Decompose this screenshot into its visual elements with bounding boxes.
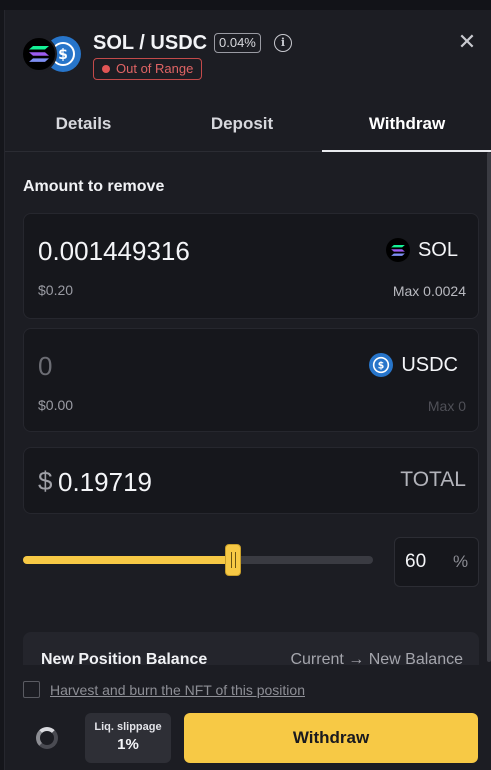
footer: Harvest and burn the NFT of this positio… bbox=[5, 665, 491, 770]
harvest-label[interactable]: Harvest and burn the NFT of this positio… bbox=[50, 682, 305, 698]
harvest-checkbox[interactable] bbox=[23, 681, 40, 698]
withdraw-button[interactable]: Withdraw bbox=[184, 713, 478, 763]
percent-input[interactable]: 60 % bbox=[394, 537, 479, 587]
pair-icons: $ bbox=[21, 34, 85, 74]
total-value: 0.19719 bbox=[58, 467, 152, 497]
total-currency: $ bbox=[38, 466, 53, 496]
status-dot-icon bbox=[102, 65, 110, 73]
status-badge: Out of Range bbox=[93, 58, 203, 80]
svg-text:$: $ bbox=[378, 360, 385, 371]
token-a-usd-value: $0.20 bbox=[38, 282, 74, 298]
token-b-selector: $ USDC bbox=[369, 353, 458, 377]
tab-withdraw[interactable]: Withdraw bbox=[322, 98, 491, 152]
token-b-symbol: USDC bbox=[401, 353, 458, 376]
token-a-selector: SOL bbox=[385, 238, 458, 262]
total-label: TOTAL bbox=[400, 468, 466, 491]
token-a-amount-input[interactable]: 0.001449316 bbox=[38, 236, 190, 267]
section-title: Amount to remove bbox=[23, 178, 165, 195]
slider-fill bbox=[23, 556, 233, 564]
token-a-symbol: SOL bbox=[417, 238, 458, 261]
total-card: $ 0.19719 TOTAL bbox=[23, 447, 479, 514]
solana-icon bbox=[385, 238, 410, 262]
token-b-usd-value: $0.00 bbox=[38, 397, 74, 413]
percent-value[interactable]: 60 bbox=[405, 551, 426, 573]
scrollbar[interactable] bbox=[487, 152, 491, 662]
usdc-icon: $ bbox=[369, 353, 394, 377]
slippage-button[interactable]: Liq. slippage 1% bbox=[85, 713, 171, 763]
svg-text:$: $ bbox=[58, 47, 68, 63]
panel-header: $ SOL / USDC 0.04% i Out of Range ✕ bbox=[5, 10, 491, 98]
solana-icon bbox=[21, 36, 57, 72]
close-icon[interactable]: ✕ bbox=[457, 31, 477, 53]
tab-details[interactable]: Details bbox=[5, 98, 162, 152]
tab-deposit[interactable]: Deposit bbox=[162, 98, 322, 152]
token-a-max[interactable]: Max 0.0024 bbox=[393, 283, 466, 299]
token-b-amount-input[interactable]: 0 bbox=[38, 351, 52, 382]
slippage-label: Liq. slippage bbox=[94, 721, 162, 733]
withdraw-percent-slider[interactable] bbox=[23, 540, 373, 582]
pair-title: SOL / USDC bbox=[93, 32, 208, 54]
top-strip bbox=[0, 0, 491, 10]
loading-spinner-icon bbox=[36, 727, 58, 749]
slider-handle[interactable] bbox=[225, 544, 241, 576]
tab-bar: Details Deposit Withdraw bbox=[5, 98, 491, 152]
token-a-amount-card[interactable]: 0.001449316 $0.20 SOL Max 0.0024 bbox=[23, 213, 479, 319]
info-icon[interactable]: i bbox=[274, 34, 292, 52]
fee-badge: 0.04% bbox=[214, 33, 261, 53]
token-b-max[interactable]: Max 0 bbox=[428, 398, 466, 414]
token-b-amount-card[interactable]: 0 $0.00 $ USDC Max 0 bbox=[23, 328, 479, 432]
status-label: Out of Range bbox=[116, 61, 194, 76]
percent-unit: % bbox=[453, 552, 469, 571]
slippage-value: 1% bbox=[117, 736, 139, 753]
withdraw-panel: $ SOL / USDC 0.04% i Out of Range ✕ Deta… bbox=[4, 10, 491, 770]
